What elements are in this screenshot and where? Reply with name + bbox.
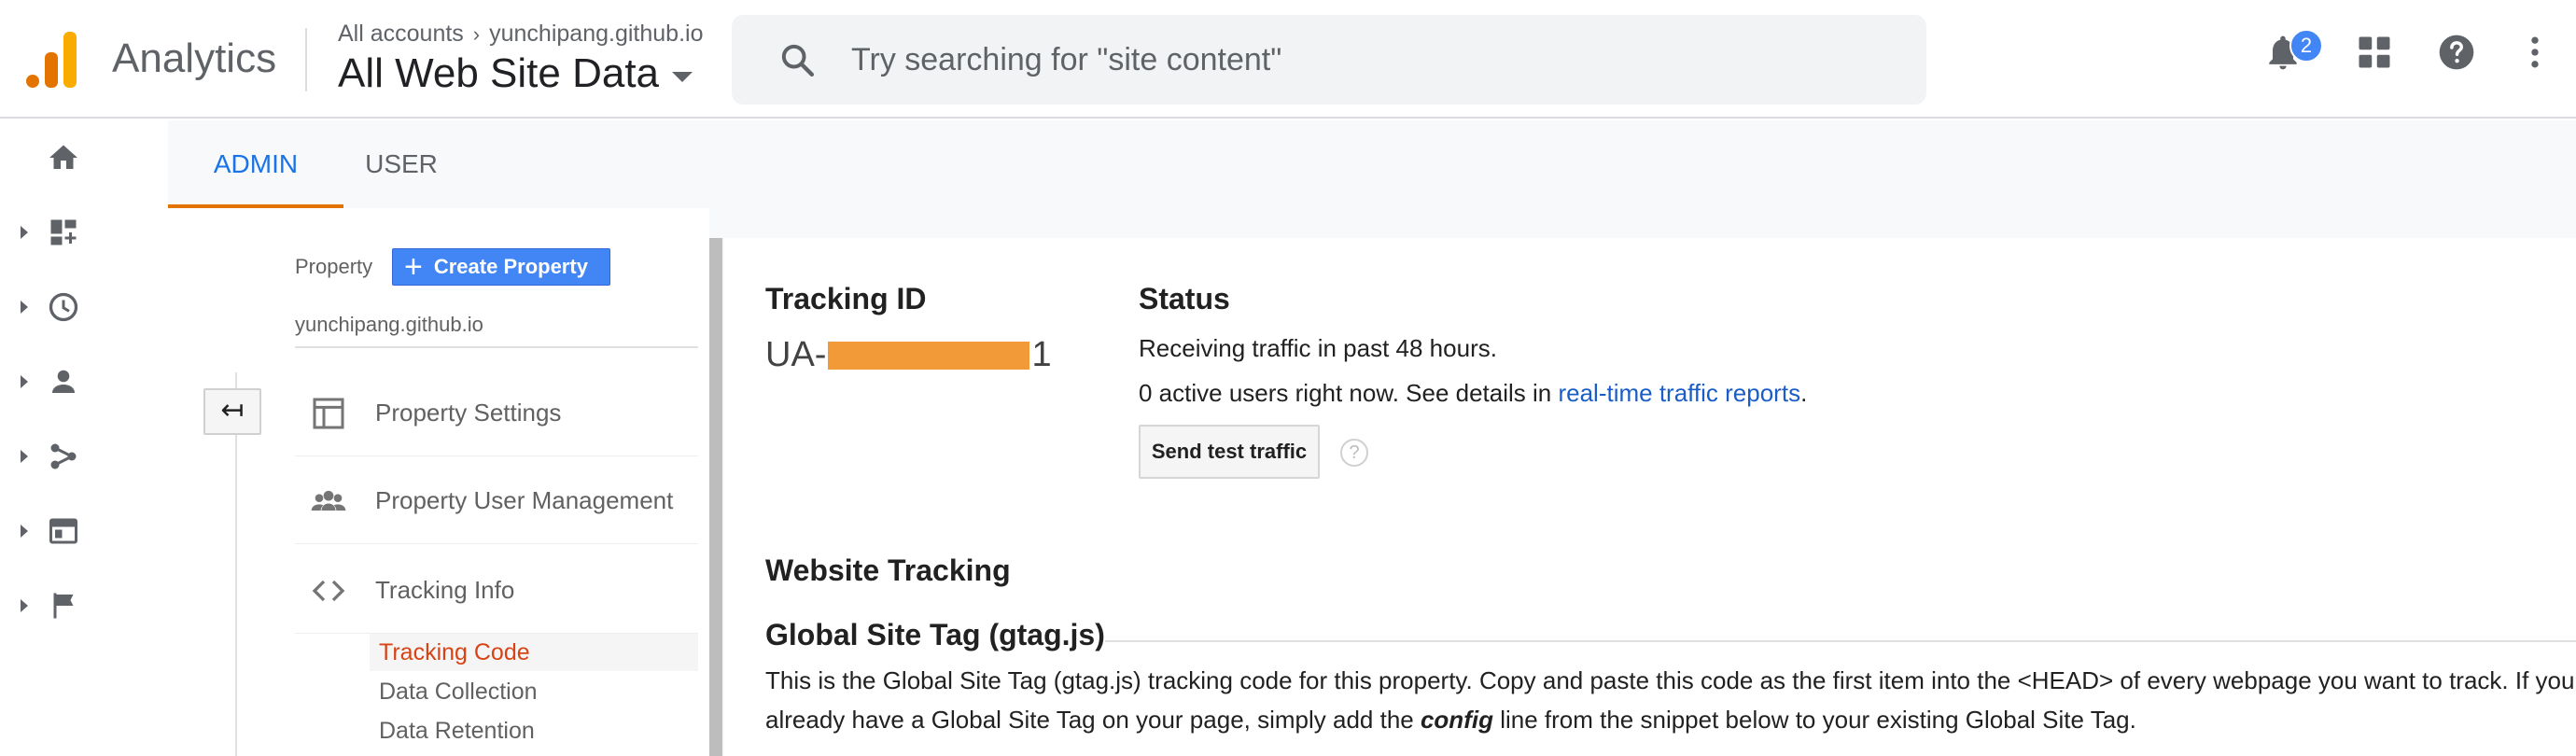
more-vert-icon[interactable] (2514, 32, 2555, 73)
browser-window-icon[interactable] (47, 514, 80, 548)
person-icon[interactable] (47, 365, 80, 399)
notification-badge[interactable]: 2 (2289, 29, 2323, 63)
create-property-button[interactable]: + Create Property (392, 248, 610, 286)
flag-icon[interactable] (47, 589, 80, 623)
nav-acquisition[interactable] (0, 428, 168, 484)
help-circle-icon[interactable]: ? (1340, 439, 1368, 467)
top-app-bar: Analytics All accounts › yunchipang.gith… (0, 0, 2576, 119)
menu-label[interactable]: Property User Management (375, 486, 673, 515)
property-settings-icon (313, 398, 344, 429)
expand-arrow-icon[interactable] (21, 375, 28, 388)
gtag-description: This is the Global Site Tag (gtag.js) tr… (765, 661, 2576, 739)
expand-arrow-icon[interactable] (21, 226, 28, 239)
expand-arrow-icon[interactable] (21, 450, 28, 463)
submenu-data-retention[interactable]: Data Retention (370, 712, 698, 749)
nav-behavior[interactable] (0, 503, 168, 559)
back-arrow-button[interactable]: ↤ (203, 388, 261, 435)
admin-tabs: ADMIN USER (168, 120, 2576, 208)
property-column: Property + Create Property yunchipang.gi… (168, 208, 709, 756)
divider (1105, 640, 2576, 642)
dropdown-caret-icon[interactable] (672, 71, 693, 82)
expand-arrow-icon[interactable] (21, 525, 28, 538)
plus-icon[interactable]: + (404, 251, 423, 283)
redaction-bar (828, 341, 1030, 370)
website-tracking-heading: Website Tracking (765, 553, 1011, 587)
help-icon[interactable] (2436, 32, 2477, 73)
breadcrumb-property[interactable]: yunchipang.github.io (489, 21, 703, 48)
gtag-desc-part2: line from the snippet below to your exis… (1492, 706, 2136, 734)
header-divider (305, 28, 307, 91)
realtime-reports-link[interactable]: real-time traffic reports (1558, 379, 1800, 407)
apps-grid-icon[interactable] (2354, 32, 2395, 73)
status-heading: Status (1139, 282, 1230, 315)
tracking-code-panel: Tracking ID UA- 1 Status Receiving traff… (724, 238, 2576, 756)
divider (295, 346, 698, 348)
clock-icon[interactable] (47, 290, 80, 324)
users-icon (311, 490, 346, 511)
app-title: Analytics (112, 35, 277, 81)
menu-label[interactable]: Property Settings (375, 399, 561, 427)
menu-tracking-info[interactable]: Tracking Info (295, 546, 698, 634)
chevron-right-icon: › (472, 21, 481, 46)
search-bar[interactable] (732, 15, 1926, 105)
search-icon[interactable] (778, 41, 816, 78)
panel-scrollbar[interactable] (709, 238, 722, 756)
menu-property-settings[interactable]: Property Settings (295, 369, 698, 456)
active-users-suffix: . (1800, 379, 1808, 407)
nav-realtime[interactable] (0, 279, 168, 335)
dashboard-add-icon[interactable] (47, 216, 80, 249)
nav-conversions[interactable] (0, 578, 168, 634)
active-users-text: 0 active users right now. See details in… (1139, 379, 1807, 408)
property-label: Property (295, 255, 373, 278)
tracking-id-prefix: UA- (765, 335, 827, 374)
expand-arrow-icon[interactable] (21, 599, 28, 612)
nav-audience[interactable] (0, 354, 168, 410)
tracking-id-suffix: 1 (1031, 335, 1052, 374)
tab-user[interactable]: USER (343, 120, 459, 208)
submenu-data-collection[interactable]: Data Collection (370, 673, 698, 710)
breadcrumb-root[interactable]: All accounts (338, 21, 464, 48)
search-input[interactable] (851, 37, 1878, 82)
create-property-label[interactable]: Create Property (434, 255, 588, 279)
code-icon (312, 580, 345, 602)
tracking-id-value: UA- 1 (765, 335, 1052, 375)
tab-admin[interactable]: ADMIN (168, 120, 343, 208)
nav-home[interactable] (0, 130, 168, 186)
gtag-heading: Global Site Tag (gtag.js) (765, 618, 1105, 651)
menu-property-user-management[interactable]: Property User Management (295, 456, 698, 544)
acquisition-icon[interactable] (47, 440, 80, 473)
menu-label[interactable]: Tracking Info (375, 576, 514, 605)
view-title[interactable]: All Web Site Data (338, 50, 659, 97)
view-selector[interactable]: All Web Site Data (338, 50, 693, 97)
property-selector[interactable]: yunchipang.github.io (295, 313, 483, 337)
expand-arrow-icon[interactable] (21, 301, 28, 314)
tracking-id-heading: Tracking ID (765, 282, 927, 315)
analytics-logo[interactable] (26, 32, 78, 88)
home-icon[interactable] (47, 141, 80, 175)
nav-customization[interactable] (0, 204, 168, 260)
active-users-prefix: 0 active users right now. See details in (1139, 379, 1559, 407)
send-test-traffic-button[interactable]: Send test traffic (1139, 425, 1320, 479)
gtag-desc-config: config (1420, 706, 1493, 734)
status-text: Receiving traffic in past 48 hours. (1139, 334, 1497, 362)
submenu-tracking-code[interactable]: Tracking Code (370, 634, 698, 671)
breadcrumb[interactable]: All accounts › yunchipang.github.io (338, 21, 703, 48)
left-navigation (0, 120, 168, 756)
